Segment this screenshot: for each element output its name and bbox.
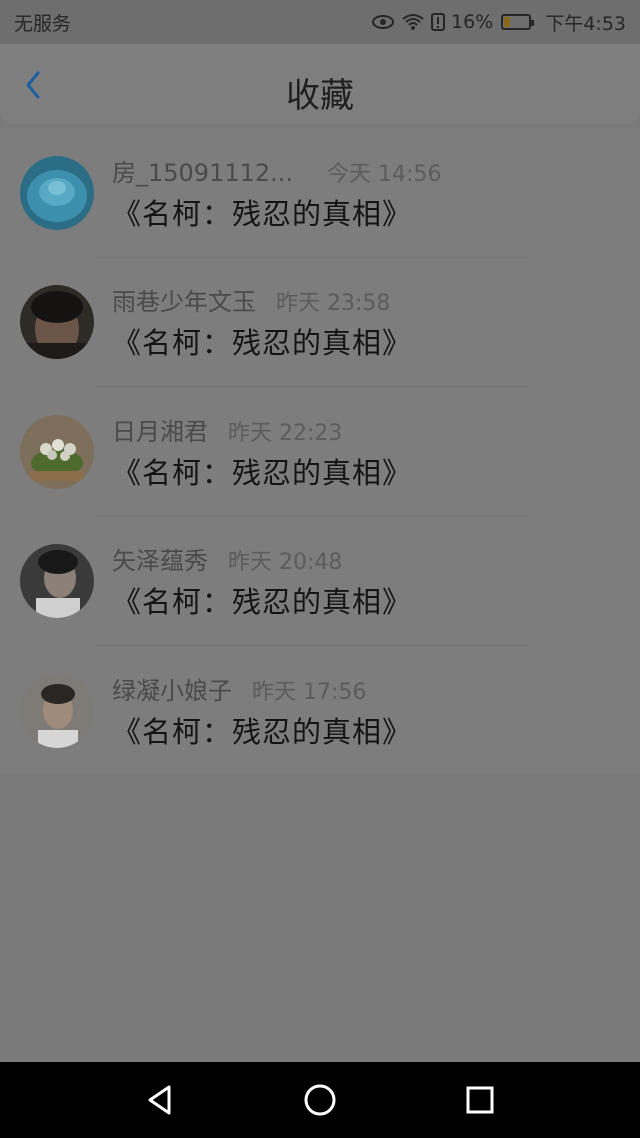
back-triangle-icon [148,1085,171,1115]
avatar [20,544,94,619]
system-nav-bar [0,1062,640,1138]
eye-icon [371,14,395,30]
avatar [20,673,94,748]
author-name: 矢泽蕴秀 [112,547,208,576]
timestamp: 昨天 17:56 [252,679,367,705]
app-header: 收藏 [0,44,640,126]
carrier-label: 无服务 [14,12,72,35]
book-title: 《名柯：残忍的真相》 [112,714,413,749]
book-title: 《名柯：残忍的真相》 [112,455,413,490]
battery-percent: 16% [451,11,494,33]
list-item[interactable]: 绿凝小娘子 昨天 17:56 《名柯：残忍的真相》 [0,646,640,776]
nav-back-button[interactable] [140,1080,180,1120]
list-item[interactable]: 日月湘君 昨天 22:23 《名柯：残忍的真相》 [0,387,640,517]
book-title: 《名柯：残忍的真相》 [112,585,413,620]
author-name: 房_15091112... [112,158,294,187]
avatar [20,414,94,489]
book-title: 《名柯：残忍的真相》 [112,196,413,231]
status-bar: 无服务 16% 下午4:53 [0,0,640,44]
clock-time: 下午4:53 [545,12,626,35]
nav-recents-button[interactable] [460,1080,500,1120]
timestamp: 今天 14:56 [327,161,442,187]
home-circle-icon [304,1084,336,1116]
recents-square-icon [466,1086,494,1114]
author-name: 日月湘君 [112,417,208,446]
list-item[interactable]: 矢泽蕴秀 昨天 20:48 《名柯：残忍的真相》 [0,517,640,646]
author-name: 雨巷少年文玉 [112,288,256,317]
avatar [20,285,94,360]
book-title: 《名柯：残忍的真相》 [112,326,413,361]
author-name: 绿凝小娘子 [112,676,232,705]
page-title: 收藏 [286,76,354,116]
timestamp: 昨天 23:58 [276,291,391,317]
battery-icon [501,14,535,30]
nav-home-button[interactable] [300,1080,340,1120]
list-item[interactable]: 房_15091112... 今天 14:56 《名柯：残忍的真相》 [0,128,640,258]
timestamp: 昨天 22:23 [228,420,343,446]
avatar [20,155,94,230]
favorites-list: 房_15091112... 今天 14:56 《名柯：残忍的真相》 雨巷少年文玉… [0,128,640,773]
list-item[interactable]: 雨巷少年文玉 昨天 23:58 《名柯：残忍的真相》 [0,258,640,387]
timestamp: 昨天 20:48 [228,550,343,576]
alert-icon [431,13,446,31]
wifi-icon [401,13,425,31]
